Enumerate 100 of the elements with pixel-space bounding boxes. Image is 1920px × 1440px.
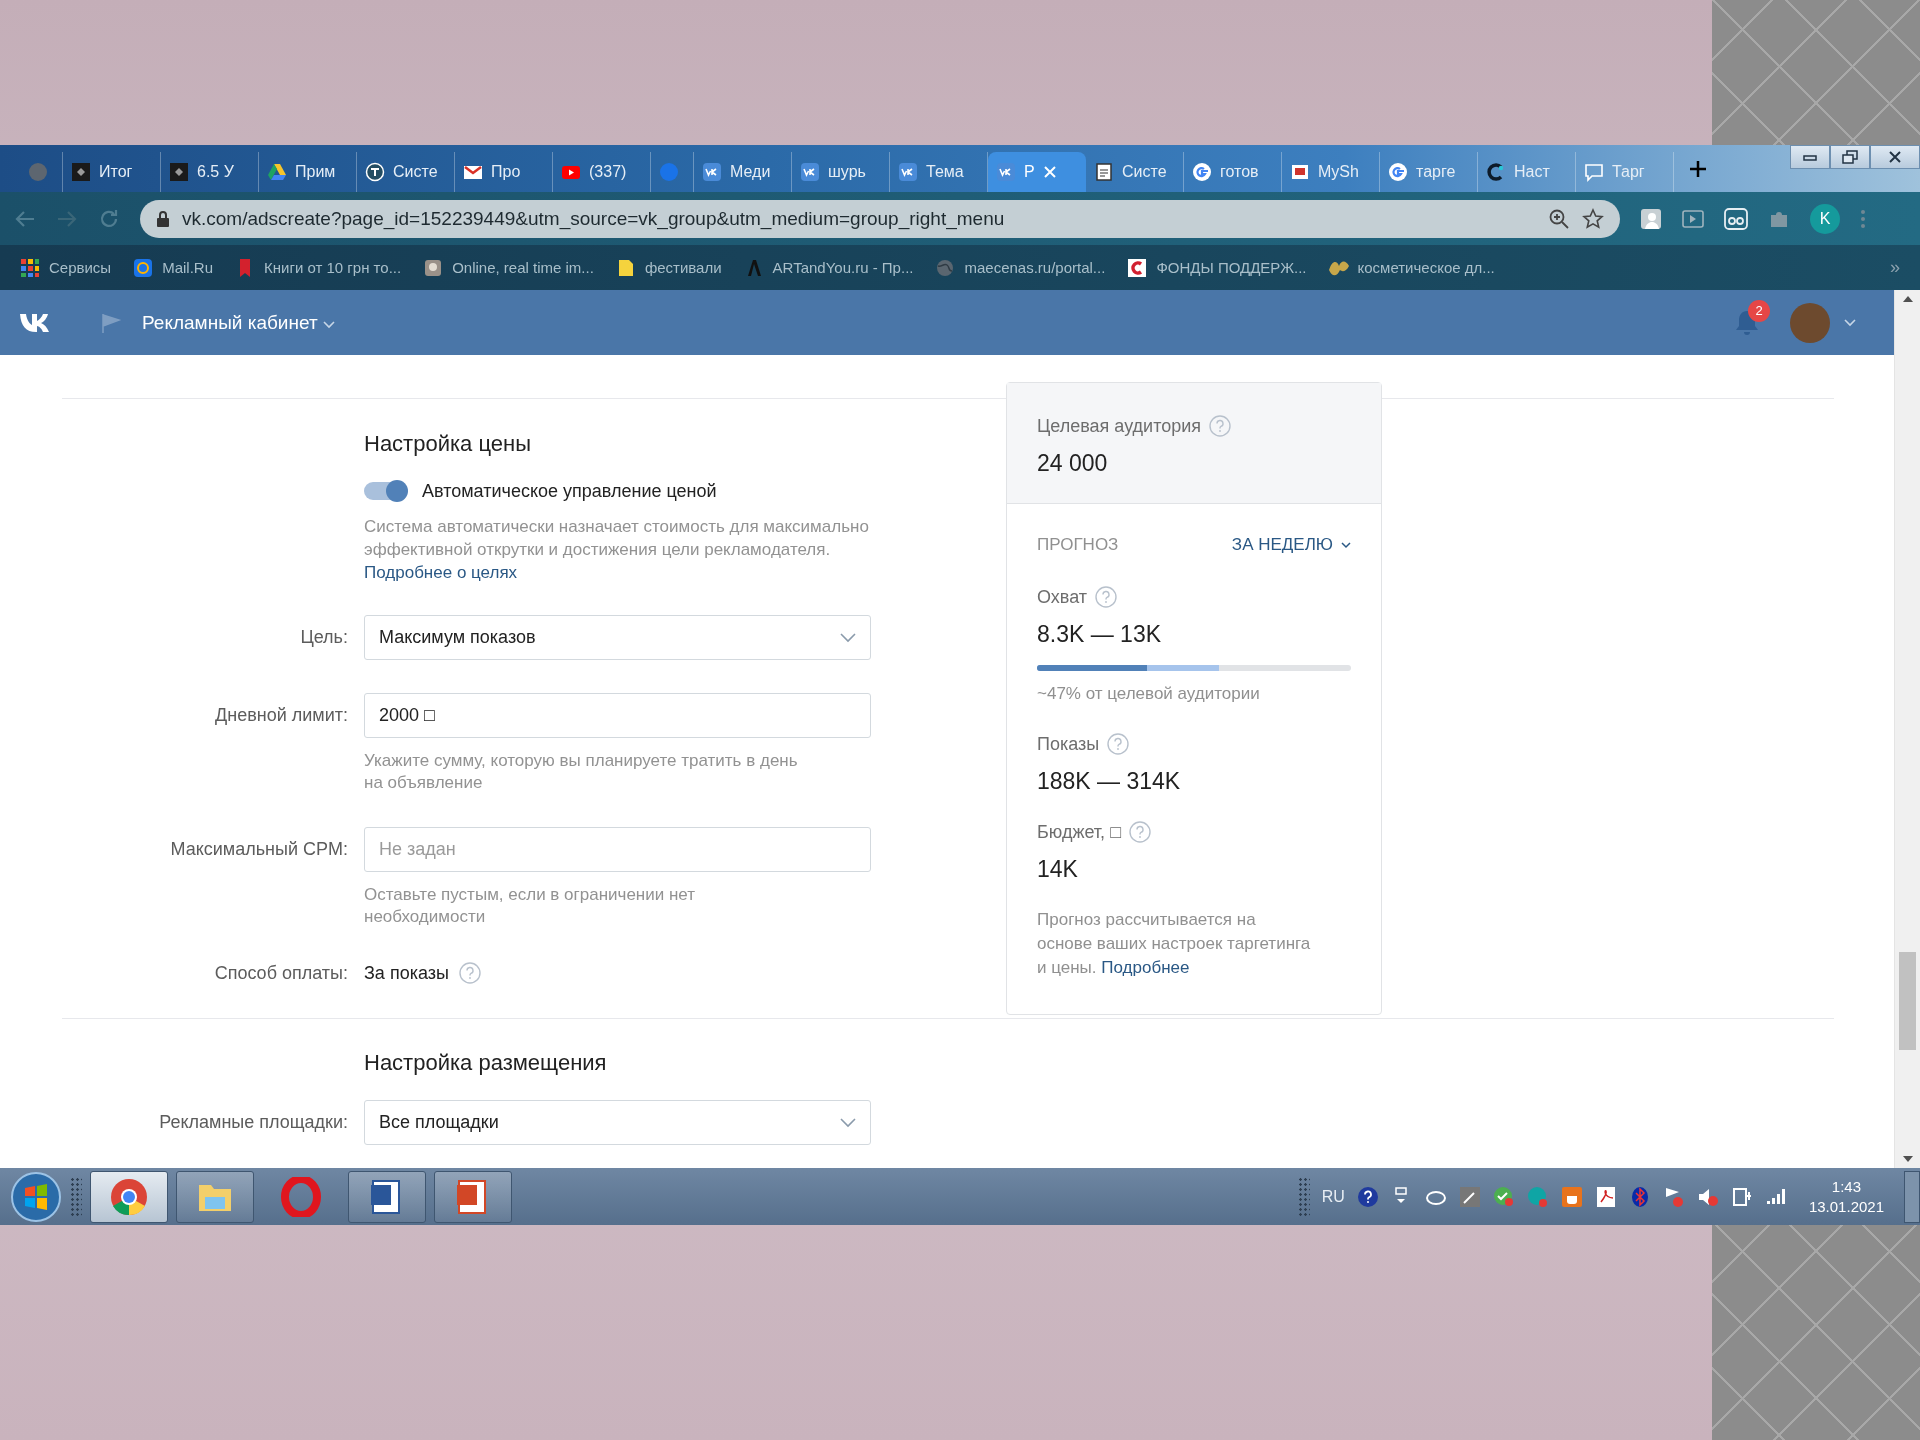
tab-title: Систе bbox=[1122, 163, 1167, 181]
taskbar-grip[interactable] bbox=[1297, 1176, 1310, 1217]
tab-title: Тема bbox=[926, 163, 964, 181]
browser-tab[interactable]: Р bbox=[988, 152, 1086, 192]
back-icon[interactable] bbox=[14, 208, 36, 229]
tab-title: Меди bbox=[730, 163, 771, 181]
zoom-icon[interactable] bbox=[1548, 207, 1570, 230]
tab-title: MySh bbox=[1318, 163, 1359, 181]
hint-text: Укажите сумму, которую вы планируете тратить в день на объявление bbox=[364, 750, 799, 794]
photo-icon bbox=[423, 257, 444, 278]
star-icon[interactable] bbox=[1582, 207, 1604, 230]
bookmark-item[interactable]: Mail.Ru bbox=[133, 257, 213, 278]
toggle-switch[interactable] bbox=[364, 482, 406, 500]
circle-icon bbox=[1192, 162, 1212, 182]
reload-icon[interactable] bbox=[98, 207, 120, 230]
square-icon bbox=[996, 162, 1016, 182]
bookmark-item[interactable]: фестивали bbox=[615, 257, 722, 278]
field-label: Цель: bbox=[299, 627, 348, 648]
new-tab-icon[interactable] bbox=[1688, 158, 1708, 179]
tab-title: (337) bbox=[589, 163, 627, 181]
ring-icon bbox=[133, 257, 154, 278]
ring-logo-icon bbox=[281, 1176, 321, 1217]
square-icon bbox=[800, 162, 820, 182]
hint-text: Оставьте пустым, если в ограничении нет необходимости bbox=[364, 884, 697, 928]
toggle-label: Автоматическое управление ценой bbox=[422, 480, 717, 502]
scroll-down-icon[interactable] bbox=[1902, 1156, 1913, 1162]
scrollbar[interactable] bbox=[1894, 290, 1920, 1168]
tab-title: Систе bbox=[393, 163, 438, 181]
chevron-icon bbox=[322, 320, 335, 329]
minimize-button[interactable] bbox=[1790, 145, 1830, 169]
more-link[interactable]: Подробнее о целях bbox=[364, 563, 518, 582]
section-heading: Настройка размещения bbox=[364, 1050, 608, 1076]
select-field[interactable]: Максимум показов bbox=[364, 615, 871, 660]
close-icon[interactable] bbox=[1042, 165, 1057, 179]
address-bar[interactable]: vk.com/adscreate?page_id=152239449&utm_source=vk_group&utm_medium=group_right_menu bbox=[140, 199, 1620, 238]
metric-value: 188K — 314K bbox=[1037, 768, 1182, 794]
circle-icon bbox=[365, 162, 385, 182]
taskbar-button[interactable] bbox=[176, 1170, 254, 1223]
bookmark-item[interactable]: ФОНДЫ ПОДДЕРЖ... bbox=[1127, 257, 1307, 278]
cup-icon[interactable] bbox=[1560, 1185, 1583, 1208]
notification-badge: 2 bbox=[1748, 299, 1770, 322]
play-icon[interactable] bbox=[1682, 208, 1704, 229]
period-dropdown[interactable]: ЗА НЕДЕЛЮ bbox=[1231, 535, 1351, 555]
circle-icon bbox=[28, 162, 48, 182]
more-bookmarks-button[interactable]: » bbox=[1890, 257, 1900, 278]
footnote-text: Прогноз рассчитывается на основе ваших настроек таргетинга и цены. Подробнее bbox=[1037, 909, 1312, 979]
metric-label: Бюджет, □ bbox=[1037, 821, 1121, 843]
circle-icon bbox=[1388, 162, 1408, 182]
square-icon bbox=[169, 162, 189, 182]
bookmark-item[interactable]: косметическое дл... bbox=[1328, 257, 1495, 278]
pen-icon[interactable] bbox=[1458, 1185, 1481, 1208]
chevron-icon bbox=[1341, 541, 1351, 549]
close-button[interactable] bbox=[1870, 145, 1920, 169]
help-icon[interactable] bbox=[1356, 1185, 1379, 1208]
minimize-icon bbox=[1802, 152, 1818, 162]
bookmark-item[interactable]: ARTandYou.ru - Пр... bbox=[743, 257, 914, 278]
url-text: vk.com/adscreate?page_id=152239449&utm_source=vk_group&utm_medium=group_right_menu bbox=[182, 207, 1006, 230]
field-label: Максимальный CPM: bbox=[169, 839, 348, 860]
round-logo-icon bbox=[109, 1176, 149, 1217]
scroll-up-icon[interactable] bbox=[1902, 296, 1913, 302]
glasses-icon[interactable] bbox=[1724, 207, 1748, 230]
taskbar-button[interactable] bbox=[348, 1170, 426, 1223]
person-icon[interactable] bbox=[1640, 207, 1662, 230]
bookmark-item[interactable]: Сервисы bbox=[20, 257, 112, 278]
field-value: За показы bbox=[364, 962, 449, 984]
show-desktop-button[interactable] bbox=[1904, 1170, 1920, 1223]
field-label: Дневной лимит: bbox=[214, 705, 348, 726]
scroll-thumb[interactable] bbox=[1899, 952, 1916, 1050]
cabinet-menu[interactable]: Рекламный кабинет bbox=[142, 311, 335, 334]
input-field[interactable]: Не задан bbox=[364, 827, 871, 872]
clock[interactable]: 1:43 13.01.2021 bbox=[1808, 1176, 1884, 1217]
metric-value: 24 000 bbox=[1037, 450, 1109, 476]
chevron-icon[interactable] bbox=[1844, 318, 1856, 327]
pdf-icon[interactable] bbox=[1594, 1185, 1617, 1208]
tab-title: готов bbox=[1220, 163, 1259, 181]
tab-title: Наст bbox=[1514, 163, 1550, 181]
circle-icon bbox=[1486, 162, 1506, 182]
bookmark-item[interactable]: maecenas.ru/portal... bbox=[935, 257, 1106, 278]
grid-icon bbox=[20, 257, 40, 278]
tab-title: Прим bbox=[295, 163, 336, 181]
square-icon bbox=[898, 162, 918, 182]
restore-button[interactable] bbox=[1830, 145, 1870, 169]
power-plug-icon[interactable] bbox=[1730, 1185, 1753, 1208]
start-button-icon[interactable] bbox=[10, 1170, 62, 1223]
profile-button[interactable]: K bbox=[1810, 203, 1840, 234]
tab-title: тарге bbox=[1416, 163, 1456, 181]
metric-label: Охват bbox=[1037, 586, 1088, 608]
input-field[interactable]: 2000 □ bbox=[364, 693, 871, 738]
circle-icon bbox=[659, 162, 679, 182]
check-icon[interactable] bbox=[1492, 1185, 1515, 1208]
taskbar-grip[interactable] bbox=[70, 1176, 82, 1217]
bookmark-item[interactable]: Online, real time im... bbox=[423, 257, 594, 278]
taskbar-button[interactable] bbox=[90, 1170, 168, 1223]
tab-title: 6.5 У bbox=[197, 163, 234, 181]
bookmark-item[interactable]: Книги от 10 грн то... bbox=[235, 257, 402, 278]
select-field[interactable]: Все площадки bbox=[364, 1100, 871, 1145]
taskbar-button[interactable] bbox=[434, 1170, 512, 1223]
description-text: Система автоматически назначает стоимость для максимально эффективной открутки и достижения цели рекламодателя. Подробнее о целях bbox=[364, 516, 870, 584]
language-indicator[interactable]: RU bbox=[1321, 1187, 1345, 1206]
more-link[interactable]: Подробнее bbox=[1101, 958, 1190, 977]
